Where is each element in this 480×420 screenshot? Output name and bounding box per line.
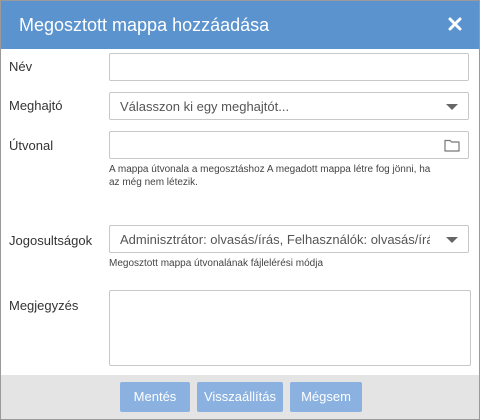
- permissions-select-value: Adminisztrátor: olvasás/írás, Felhasznál…: [120, 232, 430, 247]
- save-button[interactable]: Mentés: [120, 382, 190, 412]
- chevron-down-icon: [446, 104, 458, 110]
- reset-button[interactable]: Visszaállítás: [197, 382, 283, 412]
- folder-icon[interactable]: [444, 138, 460, 152]
- drive-select[interactable]: Válasszon ki egy meghajtót...: [109, 92, 469, 120]
- dialog-titlebar: Megosztott mappa hozzáadása: [1, 1, 479, 49]
- note-label: Megjegyzés: [9, 298, 79, 313]
- path-hint: A mappa útvonala a megosztáshoz A megado…: [109, 163, 430, 189]
- name-label: Név: [9, 59, 33, 74]
- permissions-hint: Megosztott mappa útvonalának fájlelérési…: [109, 258, 324, 269]
- add-shared-folder-dialog: Megosztott mappa hozzáadása Név Meghajtó…: [0, 0, 480, 420]
- chevron-down-icon: [446, 237, 458, 243]
- permissions-label: Jogosultságok: [9, 233, 93, 248]
- dialog-footer: Mentés Visszaállítás Mégsem: [1, 375, 479, 419]
- drive-select-placeholder: Válasszon ki egy meghajtót...: [120, 99, 290, 114]
- note-textarea[interactable]: [109, 290, 471, 366]
- drive-label: Meghajtó: [9, 98, 63, 113]
- path-hint-line2: az még nem létezik.: [109, 177, 198, 188]
- dialog-title: Megosztott mappa hozzáadása: [19, 15, 270, 35]
- name-input[interactable]: [109, 53, 469, 81]
- close-icon: [448, 17, 462, 31]
- permissions-select[interactable]: Adminisztrátor: olvasás/írás, Felhasznál…: [109, 225, 469, 253]
- path-hint-line1: A mappa útvonala a megosztáshoz A megado…: [109, 164, 431, 175]
- close-button[interactable]: [445, 14, 465, 34]
- path-input[interactable]: [109, 131, 469, 159]
- path-label: Útvonal: [9, 138, 54, 153]
- cancel-button[interactable]: Mégsem: [290, 382, 362, 412]
